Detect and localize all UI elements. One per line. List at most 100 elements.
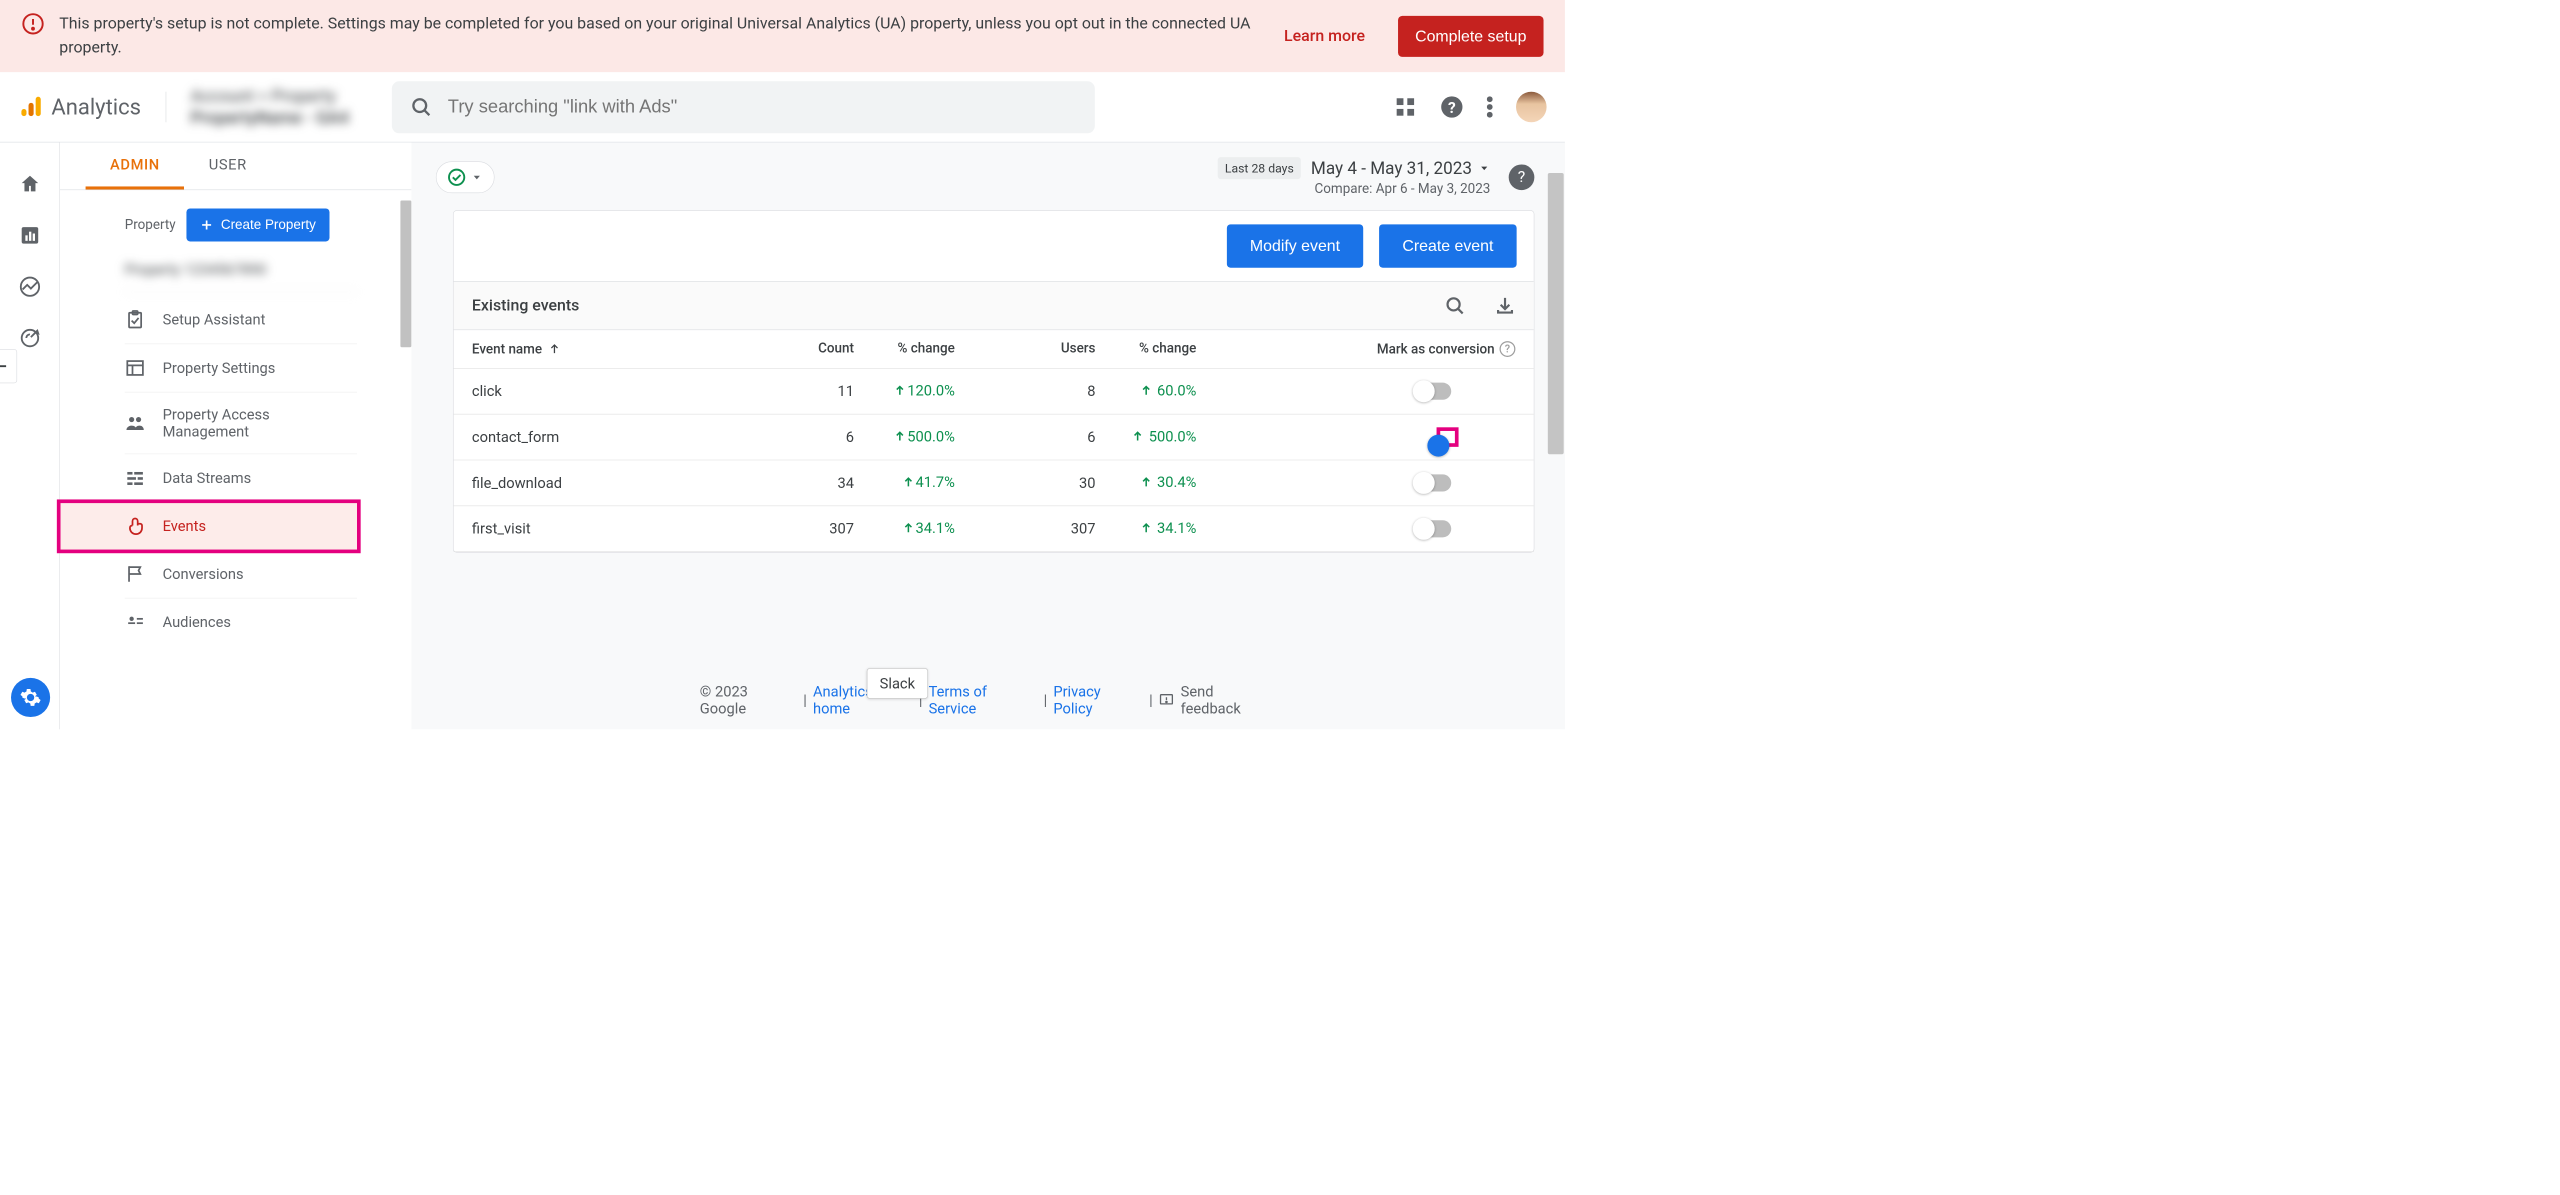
audience-icon — [125, 612, 146, 633]
conversion-toggle[interactable] — [1415, 520, 1452, 537]
date-range-picker[interactable]: May 4 - May 31, 2023 — [1311, 158, 1490, 178]
nav-events[interactable]: Events — [60, 502, 358, 550]
gear-icon — [20, 686, 42, 708]
status-chip[interactable] — [436, 161, 495, 193]
search-input[interactable] — [448, 97, 1077, 118]
advertising-icon[interactable] — [19, 327, 41, 349]
app-header: Analytics Account > Property PropertyNam… — [0, 72, 1565, 142]
cell-users: 8 — [955, 383, 1096, 400]
help-icon[interactable]: ? — [1440, 95, 1463, 118]
slack-tooltip: Slack — [867, 668, 928, 699]
kebab-menu-icon[interactable] — [1487, 95, 1493, 118]
footer-terms[interactable]: Terms of Service — [929, 683, 1038, 717]
property-selector[interactable]: Account > Property PropertyName - GA4 — [191, 86, 349, 129]
table-row[interactable]: contact_form6500.0%6 500.0% — [454, 414, 1534, 460]
footer: © 2023 Google| Analytics home| Terms of … — [700, 683, 1277, 717]
create-event-button[interactable]: Create event — [1379, 224, 1516, 267]
divider — [165, 92, 166, 123]
search-bar[interactable] — [392, 81, 1095, 133]
col-change2[interactable]: % change — [1095, 341, 1196, 357]
reports-icon[interactable] — [19, 224, 41, 246]
settings-fab[interactable] — [11, 678, 50, 717]
cell-event-name: file_download — [472, 474, 759, 491]
help-button[interactable]: ? — [1509, 164, 1535, 190]
cell-change2: 60.0% — [1140, 382, 1196, 399]
back-button[interactable] — [0, 349, 17, 383]
learn-more-link[interactable]: Learn more — [1284, 27, 1365, 45]
panel-scrollbar[interactable] — [400, 201, 411, 348]
download-icon[interactable] — [1495, 295, 1516, 316]
conversion-toggle[interactable] — [1415, 383, 1452, 400]
setup-warning-banner: This property's setup is not complete. S… — [0, 0, 1565, 72]
help-hint-icon[interactable]: ? — [1500, 341, 1516, 357]
cell-users: 6 — [955, 429, 1096, 446]
tab-user[interactable]: USER — [184, 142, 271, 189]
nav-property-access[interactable]: Property Access Management — [125, 392, 357, 454]
check-circle-icon — [447, 168, 465, 186]
card-title: Existing events — [472, 296, 579, 314]
people-icon — [125, 413, 146, 434]
cell-count: 6 — [759, 429, 854, 446]
nav-property-settings[interactable]: Property Settings — [125, 344, 357, 392]
complete-setup-button[interactable]: Complete setup — [1398, 16, 1544, 57]
cell-change2: 34.1% — [1140, 520, 1196, 537]
table-row[interactable]: click11 120.0%8 60.0% — [454, 369, 1534, 415]
logo-text: Analytics — [51, 94, 141, 120]
flag-icon — [125, 564, 146, 585]
footer-privacy[interactable]: Privacy Policy — [1053, 683, 1143, 717]
send-feedback-link[interactable]: Send feedback — [1159, 683, 1277, 717]
cell-event-name: contact_form — [472, 429, 759, 446]
cell-change: 120.0% — [894, 382, 955, 399]
explore-icon[interactable] — [19, 276, 41, 298]
cell-count: 307 — [759, 520, 854, 537]
property-label: Property — [125, 217, 176, 232]
caret-down-icon — [1478, 162, 1490, 174]
col-change[interactable]: % change — [854, 341, 955, 357]
date-compare: Compare: Apr 6 - May 3, 2023 — [1315, 182, 1491, 197]
cell-event-name: click — [472, 383, 759, 400]
tab-admin[interactable]: ADMIN — [86, 142, 185, 189]
nav-audiences[interactable]: Audiences — [125, 598, 357, 646]
modify-event-button[interactable]: Modify event — [1227, 224, 1364, 267]
feedback-icon — [1159, 692, 1175, 708]
nav-data-streams[interactable]: Data Streams — [125, 454, 357, 502]
search-icon — [410, 95, 432, 118]
col-mark-conversion: Mark as conversion ? — [1196, 341, 1515, 357]
user-avatar[interactable] — [1516, 92, 1547, 123]
apps-grid-icon[interactable] — [1394, 95, 1417, 118]
col-event-name[interactable]: Event name — [472, 341, 759, 357]
layout-icon — [125, 358, 146, 379]
streams-icon — [125, 468, 146, 489]
col-users[interactable]: Users — [955, 341, 1096, 357]
col-count[interactable]: Count — [759, 341, 854, 357]
table-header: Event name Count % change Users % change… — [454, 330, 1534, 369]
cell-users: 30 — [955, 474, 1096, 491]
cell-change: 41.7% — [902, 474, 955, 491]
cell-change2: 500.0% — [1132, 428, 1197, 445]
conversion-toggle[interactable] — [1415, 474, 1452, 491]
events-card: Modify event Create event Existing event… — [453, 210, 1534, 552]
nav-setup-assistant[interactable]: Setup Assistant — [125, 296, 357, 344]
touch-icon — [125, 516, 146, 537]
arrow-up-icon — [548, 343, 560, 355]
cell-count: 11 — [759, 383, 854, 400]
home-icon[interactable] — [19, 173, 41, 195]
left-iconbar — [0, 142, 60, 729]
svg-text:?: ? — [1448, 99, 1456, 117]
cell-event-name: first_visit — [472, 520, 759, 537]
banner-text: This property's setup is not complete. S… — [59, 12, 1269, 60]
create-property-button[interactable]: Create Property — [187, 208, 330, 241]
table-row[interactable]: first_visit30734.1%307 34.1% — [454, 506, 1534, 552]
content-area: Last 28 days May 4 - May 31, 2023 Compar… — [411, 142, 1565, 729]
cell-change: 500.0% — [894, 428, 955, 445]
plus-icon — [200, 218, 213, 231]
content-scrollbar[interactable] — [1548, 173, 1564, 454]
search-icon[interactable] — [1445, 295, 1466, 316]
cell-change: 34.1% — [902, 520, 955, 537]
property-name[interactable]: Property 1234567890 — [125, 251, 357, 292]
clipboard-check-icon — [125, 309, 146, 330]
nav-conversions[interactable]: Conversions — [125, 550, 357, 598]
table-row[interactable]: file_download3441.7%30 30.4% — [454, 460, 1534, 506]
admin-panel: ADMIN USER Property Create Property Prop… — [60, 142, 411, 729]
cell-change2: 30.4% — [1140, 474, 1196, 491]
